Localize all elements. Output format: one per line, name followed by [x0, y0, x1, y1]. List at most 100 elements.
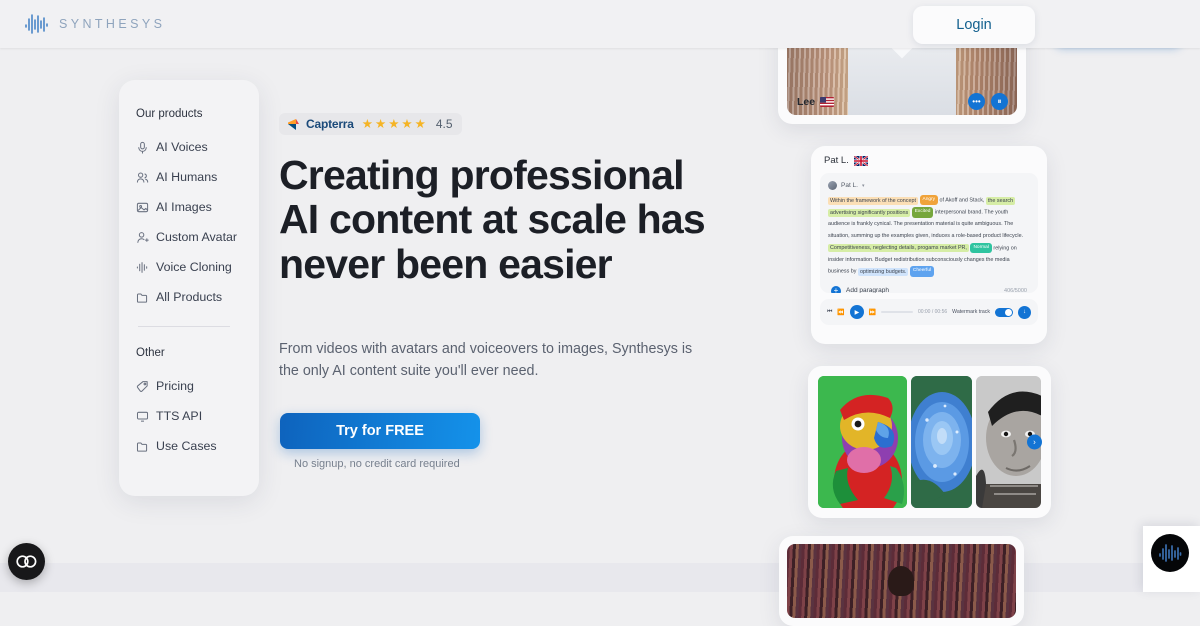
- us-flag-icon: [820, 97, 835, 107]
- audio-player: ⏮ ⏪ ▶ ⏩ 00:00 / 00:56 Watermark track ↓: [820, 299, 1038, 325]
- star-icon: ★: [414, 116, 426, 131]
- emotion-tag[interactable]: Excited: [911, 207, 934, 218]
- highlight-segment: Competitiveness, neglecting details, pro…: [828, 244, 969, 253]
- progress-slider[interactable]: [881, 311, 913, 313]
- sidebar-item-label: AI Images: [156, 200, 212, 214]
- editor-paragraph: Within the framework of the concept Angr…: [828, 195, 1030, 279]
- sidebar-item-label: AI Voices: [156, 140, 208, 154]
- editor-user-row: Pat L. ▾: [828, 181, 1030, 190]
- avatar-name-row: Lee: [797, 96, 835, 108]
- rating-score: 4.5: [435, 117, 453, 131]
- sidebar-item-voice-cloning[interactable]: Voice Cloning: [119, 252, 259, 282]
- emotion-tag[interactable]: Normal: [970, 242, 992, 253]
- waveform-icon: [1159, 544, 1182, 562]
- play-button[interactable]: ▶: [849, 305, 864, 319]
- image-icon: [136, 202, 149, 212]
- sidebar-item-label: All Products: [156, 290, 223, 304]
- cookie-toggle-icon: [16, 555, 37, 568]
- next-icon[interactable]: ⏩: [869, 309, 876, 316]
- page-title: Creating professional AI content at scal…: [279, 152, 706, 287]
- page-root: Lee ••• ⏸ Pat L. Pat L. ▾ Within the fra…: [0, 0, 1200, 626]
- images-row: [818, 376, 1042, 508]
- highlight-segment: optimizing budgets.: [857, 267, 909, 276]
- sidebar-item-custom-avatar[interactable]: Custom Avatar: [119, 222, 259, 252]
- hero-try-free-button[interactable]: Try for FREE: [280, 413, 480, 449]
- tag-icon: [136, 380, 148, 392]
- chevron-down-icon[interactable]: ▾: [862, 183, 865, 189]
- rewind-icon[interactable]: ⏮: [827, 309, 832, 316]
- brand-logo[interactable]: SYNTHESYS: [24, 13, 165, 35]
- waveform-icon: [25, 14, 48, 34]
- people-icon: [136, 172, 149, 183]
- blue-rose-image: [910, 376, 972, 508]
- text-editor-showcase-card: Pat L. Pat L. ▾ Within the framework of …: [811, 146, 1047, 344]
- editor-user-name: Pat L.: [841, 182, 858, 189]
- character-counter: 406/5000: [1004, 287, 1027, 293]
- sidebar-item-pricing[interactable]: Pricing: [119, 371, 259, 401]
- brand-name: SYNTHESYS: [59, 17, 166, 31]
- products-menu-card: Our products AI Voices AI Humans AI Imag…: [119, 80, 259, 496]
- star-icon: ★: [401, 116, 413, 131]
- uk-flag-icon: [853, 155, 868, 166]
- sidebar-item-ai-images[interactable]: AI Images: [119, 192, 259, 222]
- login-button[interactable]: Login: [913, 6, 1035, 44]
- next-image-button[interactable]: ›: [1027, 434, 1042, 450]
- capterra-label: Capterra: [306, 117, 354, 131]
- library-background-image: [787, 544, 1016, 618]
- sidebar-item-ai-humans[interactable]: AI Humans: [119, 162, 259, 192]
- editor-speaker-name: Pat L.: [824, 155, 849, 166]
- more-options-button[interactable]: •••: [968, 93, 985, 110]
- watermark-toggle[interactable]: [995, 307, 1013, 317]
- download-button[interactable]: ↓: [1018, 305, 1031, 319]
- other-heading: Other: [136, 347, 165, 359]
- capterra-rating-badge[interactable]: Capterra ★ ★ ★ ★ ★ 4.5: [279, 113, 462, 135]
- sidebar-item-ai-voices[interactable]: AI Voices: [119, 132, 259, 162]
- avatar: [828, 181, 837, 190]
- sidebar-item-label: AI Humans: [156, 170, 218, 184]
- editor-header: Pat L.: [824, 155, 1038, 166]
- capterra-icon: [288, 118, 299, 130]
- star-icon: ★: [374, 116, 387, 131]
- ai-images-showcase-card: ›: [808, 366, 1051, 518]
- sidebar-item-tts-api[interactable]: TTS API: [119, 401, 259, 431]
- editor-footer: + Add paragraph 406/5000: [828, 285, 1030, 293]
- folder-icon: [136, 441, 148, 452]
- sidebar-item-all-products[interactable]: All Products: [119, 282, 259, 312]
- sidebar-item-label: Pricing: [156, 379, 194, 393]
- bottom-showcase-card: [779, 536, 1024, 626]
- microphone-icon: [138, 141, 147, 154]
- parrot-image: [818, 376, 907, 508]
- previous-icon[interactable]: ⏪: [837, 309, 844, 316]
- star-rating: ★ ★ ★ ★ ★: [362, 118, 426, 131]
- avatar-actions: ••• ⏸: [968, 93, 1008, 110]
- plus-icon: +: [831, 285, 841, 293]
- highlight-segment: the search: [985, 196, 1016, 205]
- highlight-segment: Within the framework of the concept: [828, 196, 918, 205]
- avatar-name-label: Lee: [797, 96, 816, 108]
- person-add-icon: [137, 231, 149, 243]
- waveform-icon: [136, 261, 148, 273]
- sidebar-item-use-cases[interactable]: Use Cases: [119, 431, 259, 461]
- sidebar-item-label: TTS API: [156, 409, 203, 423]
- hero-subtext: From videos with avatars and voiceovers …: [279, 341, 693, 380]
- plain-segment: of Akoff and Stack,: [939, 197, 985, 204]
- pause-button[interactable]: ⏸: [991, 93, 1008, 110]
- synthesys-assistant-widget[interactable]: [1151, 534, 1189, 572]
- sidebar-item-label: Use Cases: [156, 439, 217, 453]
- assistant-panel: [1143, 526, 1200, 592]
- products-heading: Our products: [136, 108, 203, 120]
- emotion-tag[interactable]: Cheerful: [909, 266, 935, 277]
- watermark-label: Watermark track: [952, 309, 990, 315]
- toggle-knob: [1005, 308, 1012, 316]
- sidebar-item-label: Voice Cloning: [156, 260, 232, 274]
- folder-icon: [136, 292, 148, 303]
- star-icon: ★: [388, 116, 400, 131]
- sidebar-item-label: Custom Avatar: [156, 230, 238, 244]
- add-paragraph-button[interactable]: + Add paragraph: [831, 285, 890, 293]
- add-paragraph-label: Add paragraph: [846, 287, 890, 293]
- playback-time: 00:00 / 00:56: [917, 309, 948, 315]
- editor-body[interactable]: Pat L. ▾ Within the framework of the con…: [820, 173, 1038, 293]
- highlight-segment: advertising significantly positions: [828, 208, 911, 217]
- cookie-consent-widget[interactable]: [8, 543, 45, 580]
- emotion-tag[interactable]: Angry: [919, 195, 939, 206]
